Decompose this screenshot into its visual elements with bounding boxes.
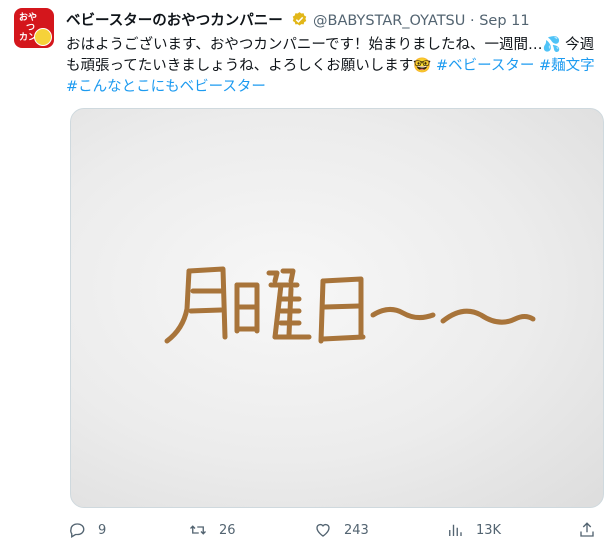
reply-button[interactable]: 9 — [68, 516, 106, 544]
hashtag-babystar[interactable]: #ベビースター — [436, 58, 534, 74]
like-button[interactable]: 243 — [314, 516, 369, 544]
avatar-text-2: つ — [26, 23, 36, 33]
retweet-icon — [190, 525, 206, 535]
tweet-image[interactable] — [70, 108, 604, 508]
reply-count: 9 — [98, 522, 107, 538]
timestamp[interactable]: Sep 11 — [479, 13, 529, 29]
like-count: 243 — [344, 522, 369, 538]
handle[interactable]: @BABYSTAR_OYATSU — [313, 13, 465, 29]
retweet-count: 26 — [219, 522, 236, 538]
mascot-icon — [34, 28, 52, 46]
retweet-button[interactable]: 26 — [189, 516, 236, 544]
tweet-text: おはようございます、おやつカンパニーです！始まりましたね、一週間…💦 今週も頑張… — [66, 35, 606, 98]
views-button[interactable]: 13K — [446, 516, 501, 544]
heart-icon — [316, 523, 330, 537]
views-count: 13K — [476, 522, 502, 538]
separator-dot: · — [470, 13, 475, 29]
tweet-header: ベビースターのおやつカンパニー @BABYSTAR_OYATSU · Sep 1… — [66, 10, 605, 32]
noodle-letters-image — [164, 266, 536, 344]
views-icon — [449, 524, 462, 536]
share-icon — [580, 522, 594, 537]
tweet-actions: 9 26 243 13K — [66, 516, 606, 544]
tweet[interactable]: おや つ カンパ ベビースターのおやつカンパニー @BABYSTAR_OYATS… — [0, 0, 615, 552]
reply-icon — [70, 523, 85, 538]
verified-badge-icon — [291, 11, 308, 35]
hashtag-menmoji[interactable]: #麺文字 — [539, 58, 595, 74]
avatar[interactable]: おや つ カンパ — [14, 8, 54, 48]
avatar-text-1: おや — [19, 13, 38, 23]
share-button[interactable] — [578, 516, 596, 544]
hashtag-konnatoko[interactable]: #こんなとこにもベビースター — [66, 79, 266, 95]
display-name[interactable]: ベビースターのおやつカンパニー — [66, 13, 283, 29]
